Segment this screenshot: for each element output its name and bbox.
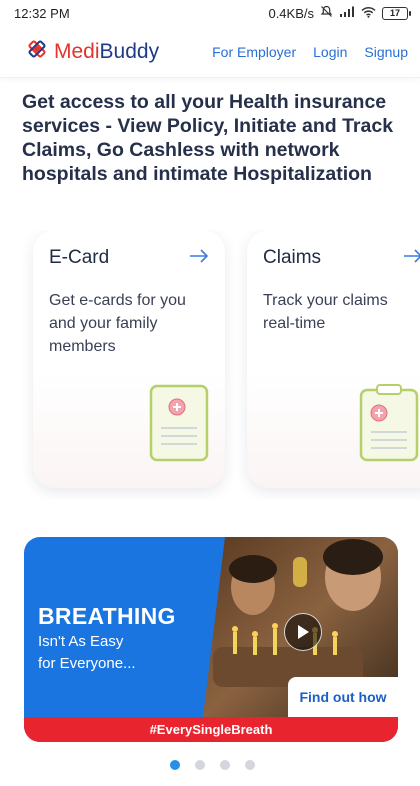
- play-icon[interactable]: [284, 613, 322, 651]
- card-illustration: [247, 373, 420, 488]
- status-icons: 0.4KB/s 17: [268, 5, 411, 21]
- signal-icon: [339, 6, 355, 21]
- for-employer-link[interactable]: For Employer: [212, 44, 296, 60]
- ecard-card[interactable]: E-Card Get e-cards for you and your fami…: [33, 230, 225, 488]
- ecard-icon: [149, 384, 209, 462]
- network-speed: 0.4KB/s: [268, 5, 314, 21]
- banner-headline: BREATHING: [38, 603, 176, 629]
- carousel-dot-active[interactable]: [170, 760, 180, 770]
- service-cards-carousel[interactable]: E-Card Get e-cards for you and your fami…: [0, 230, 420, 500]
- top-nav-header: MediBuddy For Employer Login Signup: [0, 26, 420, 78]
- status-bar: 12:32 PM 0.4KB/s 17: [0, 0, 420, 26]
- page-headline: Get access to all your Health insurance …: [22, 91, 394, 185]
- carousel-dots: [170, 760, 255, 770]
- login-link[interactable]: Login: [313, 44, 347, 60]
- clipboard-icon: [359, 384, 419, 462]
- card-description: Get e-cards for you and your family memb…: [49, 292, 186, 355]
- find-out-how-button[interactable]: Find out how: [288, 677, 398, 717]
- status-time: 12:32 PM: [14, 5, 70, 21]
- arrow-right-icon[interactable]: [403, 246, 420, 269]
- card-description: Track your claims real-time: [263, 292, 388, 332]
- banner-subline-2: for Everyone...: [38, 655, 136, 672]
- claims-card[interactable]: Claims Track your claims real-time: [247, 230, 420, 488]
- card-title: Claims: [263, 246, 322, 268]
- brand-name: MediBuddy: [54, 40, 159, 64]
- header-nav: For Employer Login Signup: [212, 44, 408, 60]
- brand-part-buddy: Buddy: [99, 39, 160, 63]
- medibuddy-logo-icon: [24, 36, 50, 67]
- card-title: E-Card: [49, 246, 110, 268]
- banner-subline-1: Isn't As Easy: [38, 633, 124, 650]
- carousel-dot[interactable]: [220, 760, 230, 770]
- signup-link[interactable]: Signup: [364, 44, 408, 60]
- wifi-icon: [361, 6, 376, 21]
- banner-hashtag: #EverySingleBreath: [24, 717, 398, 742]
- promo-banner[interactable]: BREATHING Isn't As Easy for Everyone... …: [24, 537, 398, 742]
- banner-text: BREATHING Isn't As Easy for Everyone...: [38, 603, 176, 674]
- carousel-dot[interactable]: [195, 760, 205, 770]
- mute-icon: [320, 5, 333, 21]
- carousel-dot[interactable]: [245, 760, 255, 770]
- card-illustration: [33, 373, 225, 488]
- brand-logo[interactable]: MediBuddy: [24, 36, 159, 67]
- arrow-right-icon[interactable]: [189, 246, 209, 269]
- brand-part-medi: Medi: [54, 39, 100, 63]
- battery-icon: 17: [382, 6, 411, 20]
- battery-level: 17: [389, 8, 400, 18]
